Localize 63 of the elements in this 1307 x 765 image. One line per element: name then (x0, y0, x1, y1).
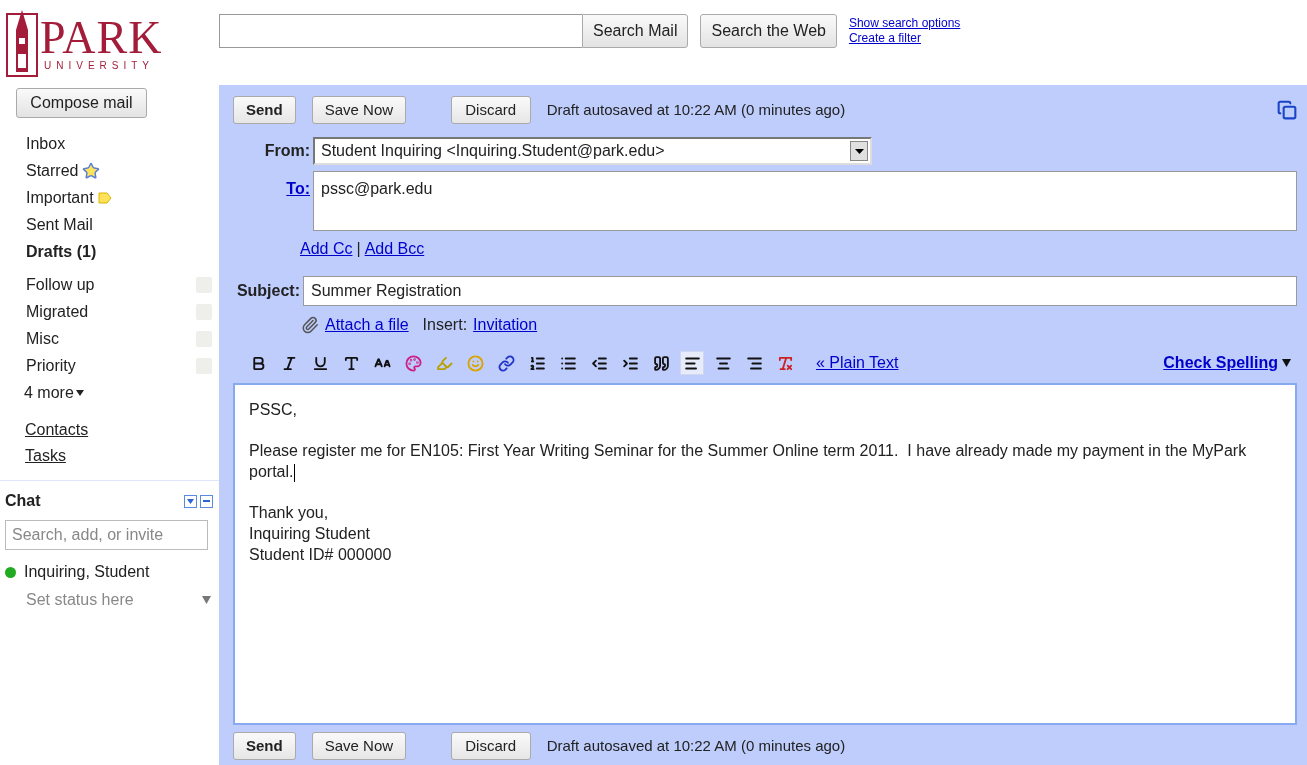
subject-label: Subject: (235, 281, 301, 301)
sidebar-link[interactable]: Contacts (25, 418, 219, 440)
compose-button[interactable]: Compose mail (16, 88, 147, 118)
label-link[interactable]: Misc (26, 326, 59, 351)
label-link[interactable]: Migrated (26, 299, 89, 324)
add-bcc-link[interactable]: Add Bcc (364, 237, 425, 261)
toolbar-button[interactable]: Discard (450, 732, 531, 760)
send-button[interactable]: Send (233, 732, 296, 760)
search-field[interactable] (219, 14, 582, 48)
search-mail-button[interactable]: Search Mail (582, 14, 689, 48)
invitation-link[interactable]: Invitation (473, 313, 538, 337)
chat-user-name: Inquiring, Student (24, 562, 150, 582)
to-field[interactable]: pssc@park.edu (313, 171, 1297, 231)
more-labels-link[interactable]: 4 more (24, 380, 74, 405)
search-web-button[interactable]: Search the Web (700, 14, 837, 48)
plain-text-link[interactable]: « Plain Text (816, 351, 899, 375)
body-text: Please register me for EN105: First Year Writing Seminar for the Summer Online term 2011. I have already made my payment in the MyPark portal. (249, 441, 1248, 482)
mailbox-link[interactable]: Starred (26, 158, 79, 183)
dropdown-arrow-icon[interactable] (1282, 359, 1291, 367)
to-link[interactable]: To: (233, 171, 313, 201)
paperclip-icon (301, 316, 319, 334)
toolbar-button[interactable]: Discard (450, 96, 531, 124)
label-link[interactable]: Priority (26, 353, 76, 378)
autosave-status: Draft autosaved at 10:22 AM (0 minutes ago) (546, 735, 846, 756)
status-message[interactable]: Set status here (26, 588, 134, 612)
body-text: PSSC, (249, 400, 298, 420)
align-left-icon[interactable] (680, 351, 704, 375)
university-logo[interactable]: PARK UNIVERSITY (0, 0, 219, 85)
mailbox-link[interactable]: Inbox (26, 131, 66, 156)
send-button[interactable]: Send (233, 96, 296, 124)
search-link[interactable]: Create a filter (848, 31, 961, 46)
label-link[interactable]: Follow up (26, 272, 95, 297)
separator: | (356, 239, 361, 259)
autosave-status: Draft autosaved at 10:22 AM (0 minutes ago) (546, 99, 846, 120)
mailbox-link[interactable]: Sent Mail (26, 212, 93, 237)
sidebar-link[interactable]: Tasks (25, 444, 219, 466)
pop-out-icon[interactable] (1277, 100, 1297, 120)
logo-wordmark: PARK (40, 14, 163, 61)
toolbar-button[interactable]: Save Now (311, 732, 407, 760)
from-label: From: (263, 141, 311, 161)
attach-file-link[interactable]: Attach a file (325, 313, 409, 337)
mailbox-link[interactable]: Drafts (1) (26, 239, 97, 264)
mailbox-link[interactable]: Important (26, 185, 94, 210)
insert-label: Insert: (422, 315, 468, 335)
chat-options-icon[interactable] (184, 494, 197, 508)
important-marker-icon (97, 191, 112, 204)
body-text: Student ID# 000000 (249, 545, 393, 565)
body-text: Thank you, (249, 503, 330, 523)
star-icon (82, 161, 101, 180)
toolbar-button[interactable]: Save Now (311, 96, 407, 124)
message-body-editor[interactable]: PSSC, Please register me for EN105: First Year Writing Seminar for the Summer Online term 2011. I have already made my payment in the MyPark portal. Thank you, Inquiring Student Student ID# 000000 (233, 383, 1297, 725)
minimize-icon[interactable] (200, 494, 213, 508)
dropdown-arrow-icon (75, 389, 84, 396)
chat-heading: Chat (5, 491, 41, 511)
add-cc-link[interactable]: Add Cc (300, 237, 353, 261)
subject-field[interactable]: Summer Registration (303, 276, 1297, 306)
text-cursor (294, 463, 296, 482)
search-link[interactable]: Show search options (848, 16, 961, 31)
logo-subtitle: UNIVERSITY (44, 60, 155, 71)
body-text: Inquiring Student (249, 524, 371, 544)
chat-search-field[interactable]: Search, add, or invite (5, 520, 208, 550)
check-spelling-link[interactable]: Check Spelling (1163, 351, 1278, 375)
from-dropdown[interactable]: Student Inquiring <Inquiring.Student@park.edu> (313, 137, 872, 165)
